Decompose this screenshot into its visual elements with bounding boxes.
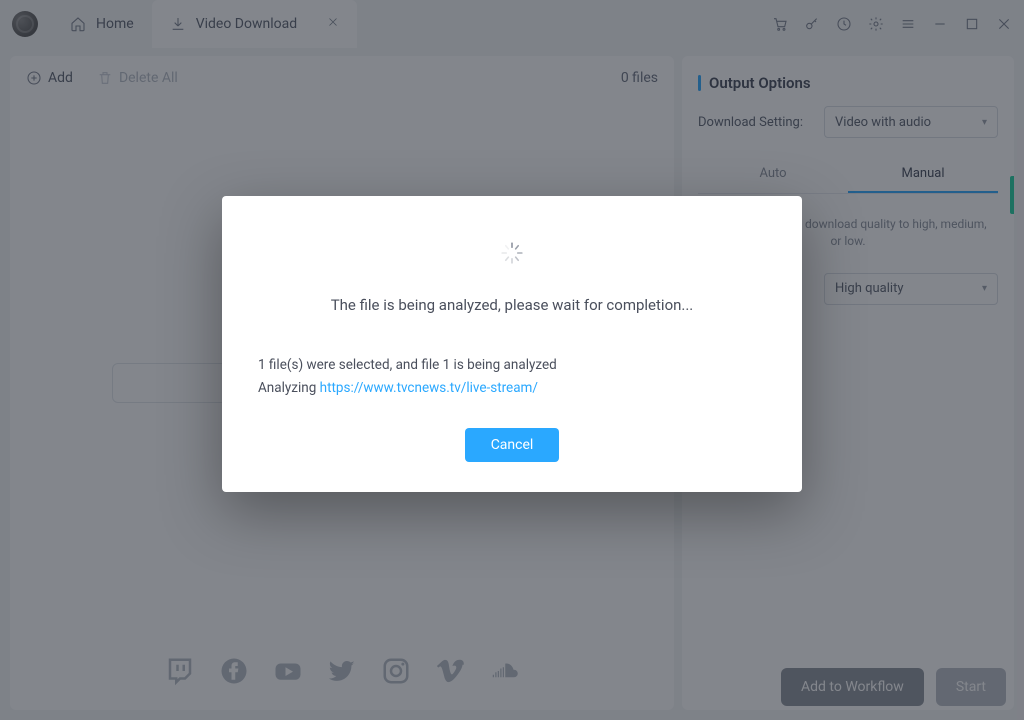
modal-message: The file is being analyzed, please wait … [331, 296, 694, 314]
modal-selected-line: 1 file(s) were selected, and file 1 is b… [258, 354, 766, 377]
modal-analyzing-prefix: Analyzing [258, 380, 320, 396]
app-window: Home Video Download [0, 0, 1024, 720]
modal-analyzing-url[interactable]: https://www.tvcnews.tv/live-stream/ [320, 380, 538, 396]
modal-detail: 1 file(s) were selected, and file 1 is b… [258, 354, 766, 400]
analyzing-modal: The file is being analyzed, please wait … [222, 196, 802, 492]
spinner-icon [499, 240, 525, 266]
cancel-button[interactable]: Cancel [465, 428, 560, 462]
